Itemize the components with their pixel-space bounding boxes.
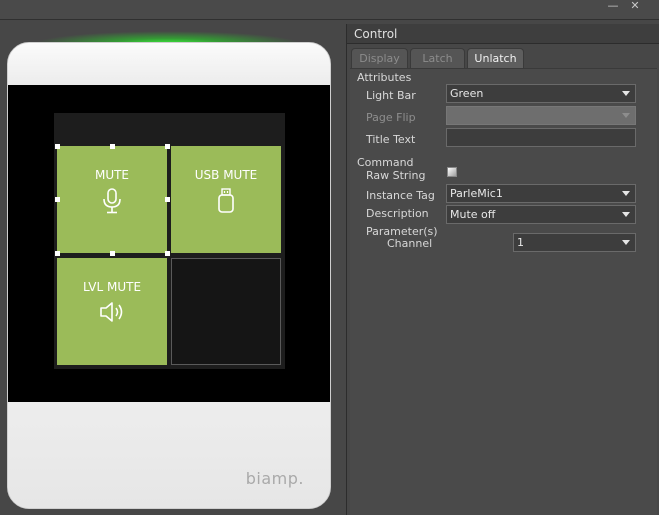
touch-panel-device: MUTE USB MUTE LVL MUTE biamp. (7, 42, 331, 509)
device-bottom-bezel: biamp. (8, 402, 330, 508)
channel-select[interactable]: 1 (513, 233, 636, 252)
raw-string-checkbox[interactable] (447, 167, 457, 177)
close-button[interactable]: ✕ (625, 0, 645, 12)
selection-handle[interactable] (165, 197, 170, 202)
chevron-down-icon (622, 91, 630, 96)
light-bar-value: Green (450, 87, 484, 100)
selection-handle[interactable] (110, 251, 115, 256)
chevron-down-icon (622, 191, 630, 196)
channel-value: 1 (517, 236, 524, 249)
device-screen: MUTE USB MUTE LVL MUTE (8, 85, 330, 402)
page-flip-select (446, 106, 636, 125)
channel-label: Channel (387, 237, 433, 250)
chevron-down-icon (622, 240, 630, 245)
light-bar-select[interactable]: Green (446, 84, 636, 103)
tile-lvl-mute[interactable]: LVL MUTE (57, 258, 167, 365)
tab-unlatch[interactable]: Unlatch (467, 48, 524, 68)
panel-title: Control (347, 24, 659, 44)
page-flip-label: Page Flip (366, 111, 416, 124)
attributes-heading: Attributes (357, 71, 412, 84)
selection-handle[interactable] (55, 144, 60, 149)
instance-tag-value: ParleMic1 (450, 187, 503, 200)
window-title-bar: — ✕ (0, 0, 659, 20)
tile-label: MUTE (94, 168, 130, 182)
tile-mute[interactable]: MUTE (57, 146, 167, 253)
usb-icon (215, 188, 237, 217)
speaker-icon (98, 300, 126, 327)
tab-latch[interactable]: Latch (410, 48, 465, 68)
tab-content: Attributes Light Bar Green Page Flip Tit… (350, 68, 657, 515)
command-heading: Command (357, 156, 414, 169)
instance-tag-select[interactable]: ParleMic1 (446, 184, 636, 203)
device-top-bezel (8, 43, 330, 85)
selection-handle[interactable] (55, 251, 60, 256)
minimize-button[interactable]: — (603, 0, 623, 12)
microphone-icon (101, 188, 123, 217)
tile-usb-mute[interactable]: USB MUTE (171, 146, 281, 253)
tile-label: LVL MUTE (82, 280, 142, 294)
control-panel: Control Display Latch Unlatch Attributes… (346, 24, 659, 515)
description-select[interactable]: Mute off (446, 205, 636, 224)
button-grid: MUTE USB MUTE LVL MUTE (54, 113, 285, 369)
design-canvas: MUTE USB MUTE LVL MUTE biamp. (0, 21, 344, 515)
selection-handle[interactable] (55, 197, 60, 202)
tile-label: USB MUTE (194, 168, 258, 182)
chevron-down-icon (622, 212, 630, 217)
title-text-label: Title Text (366, 133, 416, 146)
instance-tag-label: Instance Tag (366, 189, 435, 202)
tile-empty[interactable] (171, 258, 281, 365)
selection-handle[interactable] (110, 144, 115, 149)
raw-string-label: Raw String (366, 169, 426, 182)
description-value: Mute off (450, 208, 496, 221)
chevron-down-icon (622, 113, 630, 118)
description-label: Description (366, 207, 429, 220)
light-bar-label: Light Bar (366, 89, 416, 102)
selection-handle[interactable] (165, 144, 170, 149)
selection-handle[interactable] (165, 251, 170, 256)
title-text-input[interactable] (446, 128, 636, 147)
tab-display[interactable]: Display (351, 48, 408, 68)
brand-logo: biamp. (245, 469, 304, 488)
